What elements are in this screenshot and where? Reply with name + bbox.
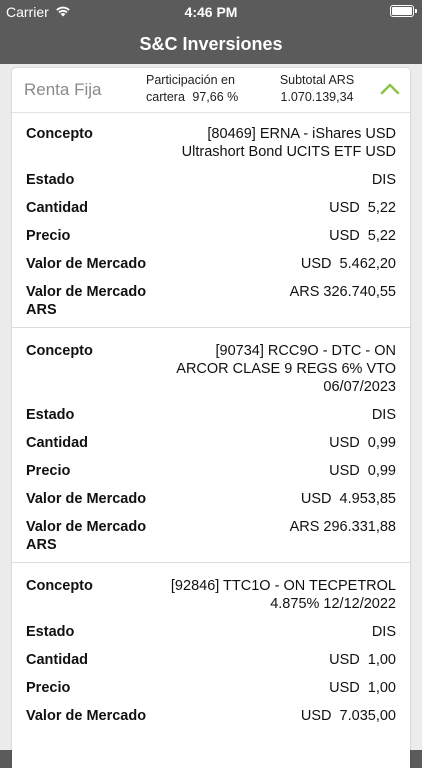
cantidad-value: USD 1,00	[329, 652, 396, 668]
cantidad-value: USD 5,22	[329, 200, 396, 216]
valor-mercado-ars-value: ARS 326.740,55	[289, 284, 396, 300]
valor-mercado-row: Valor de Mercado USD 7.035,00	[26, 707, 396, 725]
cantidad-value: USD 0,99	[329, 435, 396, 451]
cantidad-label: Cantidad	[26, 435, 89, 451]
precio-value: USD 5,22	[329, 228, 396, 244]
chevron-up-icon[interactable]	[380, 82, 400, 96]
valor-mercado-ars-row: Valor de Mercado ARS ARS 326.740,55	[26, 283, 396, 319]
list-item[interactable]: Concepto [80469] ERNA - iShares USD Ultr…	[12, 113, 410, 328]
portfolio-card: Renta Fija Participación en cartera 97,6…	[12, 68, 410, 768]
subtotal-label: Subtotal ARS	[279, 73, 355, 87]
participation-value: 97,66 %	[192, 90, 239, 104]
cantidad-label: Cantidad	[26, 652, 89, 668]
valor-mercado-label: Valor de Mercado	[26, 256, 147, 272]
section-header[interactable]: Renta Fija Participación en cartera 97,6…	[12, 68, 410, 113]
status-time: 4:46 PM	[184, 4, 238, 20]
content-area[interactable]: Renta Fija Participación en cartera 97,6…	[0, 64, 422, 768]
navigation-bar: S&C Inversiones	[0, 24, 422, 64]
estado-label: Estado	[26, 172, 75, 188]
precio-value: USD 1,00	[329, 680, 396, 696]
valor-mercado-label: Valor de Mercado	[26, 708, 147, 724]
subtotal-block: Subtotal ARS 1.070.139,34	[274, 72, 360, 106]
list-item[interactable]: Concepto [92846] TTC1O - ON TECPETROL 4.…	[12, 563, 410, 733]
app-title: S&C Inversiones	[139, 34, 283, 54]
estado-value: DIS	[371, 172, 396, 188]
valor-mercado-ars-label: Valor de Mercado ARS	[26, 519, 147, 553]
precio-label: Precio	[26, 680, 71, 696]
list-item[interactable]: Concepto [90734] RCC9O - DTC - ON ARCOR …	[12, 328, 410, 563]
concepto-label: Concepto	[26, 578, 93, 594]
estado-value: DIS	[371, 407, 396, 423]
cantidad-row: Cantidad USD 5,22	[26, 199, 396, 217]
status-bar: Carrier 4:46 PM	[0, 0, 422, 24]
concepto-label: Concepto	[26, 343, 93, 359]
concepto-row: Concepto [90734] RCC9O - DTC - ON ARCOR …	[26, 342, 396, 396]
valor-mercado-ars-value: ARS 296.331,88	[289, 519, 396, 535]
estado-row: Estado DIS	[26, 406, 396, 424]
cantidad-row: Cantidad USD 1,00	[26, 651, 396, 669]
precio-row: Precio USD 0,99	[26, 462, 396, 480]
valor-mercado-ars-row: Valor de Mercado ARS ARS 296.331,88	[26, 518, 396, 554]
concepto-label: Concepto	[26, 126, 93, 142]
concepto-value: [80469] ERNA - iShares USD Ultrashort Bo…	[181, 126, 396, 160]
precio-row: Precio USD 5,22	[26, 227, 396, 245]
battery-icon	[390, 5, 417, 17]
valor-mercado-value: USD 5.462,20	[300, 256, 396, 272]
concepto-value: [90734] RCC9O - DTC - ON ARCOR CLASE 9 R…	[176, 343, 396, 395]
valor-mercado-row: Valor de Mercado USD 4.953,85	[26, 490, 396, 508]
valor-mercado-row: Valor de Mercado USD 5.462,20	[26, 255, 396, 273]
subtotal-value: 1.070.139,34	[280, 90, 354, 104]
precio-label: Precio	[26, 463, 71, 479]
valor-mercado-label: Valor de Mercado	[26, 491, 147, 507]
estado-row: Estado DIS	[26, 171, 396, 189]
concepto-row: Concepto [92846] TTC1O - ON TECPETROL 4.…	[26, 577, 396, 613]
precio-value: USD 0,99	[329, 463, 396, 479]
section-title: Renta Fija	[24, 80, 102, 99]
cantidad-label: Cantidad	[26, 200, 89, 216]
precio-label: Precio	[26, 228, 71, 244]
concepto-value: [92846] TTC1O - ON TECPETROL 4.875% 12/1…	[170, 578, 396, 612]
cantidad-row: Cantidad USD 0,99	[26, 434, 396, 452]
valor-mercado-value: USD 4.953,85	[300, 491, 396, 507]
concepto-row: Concepto [80469] ERNA - iShares USD Ultr…	[26, 125, 396, 161]
estado-label: Estado	[26, 407, 75, 423]
estado-row: Estado DIS	[26, 623, 396, 641]
precio-row: Precio USD 1,00	[26, 679, 396, 697]
valor-mercado-ars-label: Valor de Mercado ARS	[26, 284, 147, 318]
valor-mercado-value: USD 7.035,00	[300, 708, 396, 724]
participation-block: Participación en cartera 97,66 %	[146, 72, 264, 106]
estado-value: DIS	[371, 624, 396, 640]
estado-label: Estado	[26, 624, 75, 640]
